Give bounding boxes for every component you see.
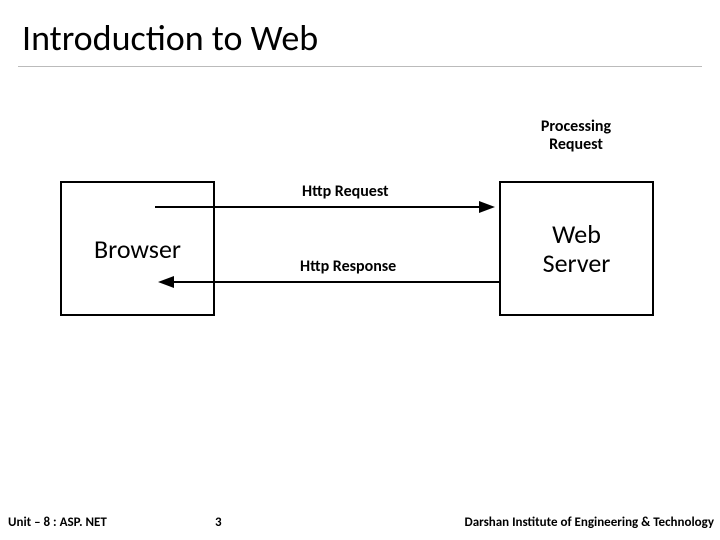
- footer-page-number: 3: [215, 515, 222, 530]
- browser-label: Browser: [94, 233, 181, 265]
- slide: Introduction to Web ProcessingRequest Br…: [0, 0, 720, 540]
- http-response-label: Http Response: [300, 257, 396, 276]
- browser-box: Browser: [60, 181, 215, 316]
- http-request-arrow-line: [155, 206, 481, 208]
- web-server-box: WebServer: [499, 181, 654, 316]
- http-response-arrow-line: [173, 281, 499, 283]
- footer-unit: Unit – 8 : ASP. NET: [8, 515, 107, 530]
- web-server-label: WebServer: [543, 220, 611, 277]
- http-response-arrow-head-icon: [158, 276, 174, 288]
- title-underline: [18, 66, 702, 67]
- http-request-label: Http Request: [302, 182, 389, 201]
- footer-institute: Darshan Institute of Engineering & Techn…: [465, 515, 715, 530]
- http-request-arrow-head-icon: [479, 201, 495, 213]
- page-title: Introduction to Web: [22, 16, 318, 60]
- processing-caption: ProcessingRequest: [516, 118, 636, 155]
